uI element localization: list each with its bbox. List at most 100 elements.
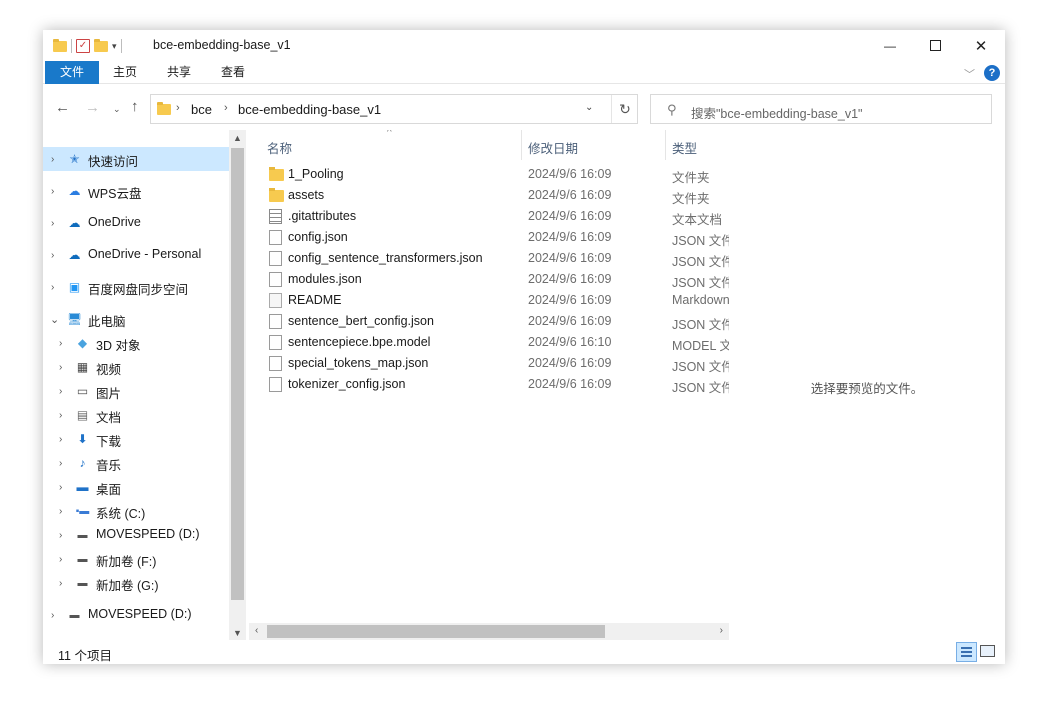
maximize-button[interactable] [912,30,958,61]
nav-item-music[interactable]: › ♪ 音乐 [43,451,229,475]
horizontal-scroll-thumb[interactable] [267,625,605,638]
details-view-button[interactable] [956,642,977,662]
file-row[interactable]: 1_Pooling 2024/9/6 16:09 文件夹 [249,164,729,185]
tab-file[interactable]: 文件 [45,61,99,84]
refresh-button[interactable]: ↻ [611,95,638,123]
chevron-right-icon[interactable]: › [59,554,62,565]
close-icon: ✕ [974,37,988,55]
chevron-right-icon[interactable]: › [59,362,62,373]
chevron-right-icon[interactable]: › [59,530,62,541]
nav-item-movespeed[interactable]: › ▬ MOVESPEED (D:) [43,603,229,627]
nav-item-3d-objects[interactable]: › ◆ 3D 对象 [43,331,229,355]
nav-item-onedrive[interactable]: › ☁ OneDrive [43,211,229,235]
breadcrumb-current[interactable]: bce-embedding-base_v1 [238,102,381,117]
chevron-right-icon[interactable]: › [59,482,62,493]
file-row[interactable]: sentencepiece.bpe.model 2024/9/6 16:10 M… [249,332,729,353]
chevron-right-icon[interactable]: › [59,410,62,421]
nav-item-drive-f[interactable]: › ▬ 新加卷 (F:) [43,547,229,571]
nav-item-documents[interactable]: › ▤ 文档 [43,403,229,427]
nav-item-label: WPS云盘 [88,187,142,201]
chevron-right-icon[interactable]: › [51,186,54,197]
file-row[interactable]: assets 2024/9/6 16:09 文件夹 [249,185,729,206]
close-button[interactable]: ✕ [958,30,1004,61]
scroll-up-icon[interactable]: ▲ [233,133,242,143]
nav-scrollbar[interactable]: ▲ ▼ [229,130,246,640]
navigation-pane: › ✭ 快速访问 › ☁ WPS云盘 › ☁ OneDrive › ☁ OneD… [43,130,229,640]
chevron-right-icon[interactable]: › [51,282,54,293]
chevron-right-icon[interactable]: › [51,250,54,261]
back-button[interactable]: ← [55,99,70,116]
nav-item-downloads[interactable]: › ⬇ 下载 [43,427,229,451]
file-name: .gitattributes [288,209,357,223]
tab-view[interactable]: 查看 [211,61,255,84]
file-type: 文本文档 [672,213,723,227]
nav-item-drive-c[interactable]: › ▪▬ 系统 (C:) [43,499,229,523]
minimize-button[interactable]: — [867,30,913,61]
breadcrumb-chevron-icon[interactable]: › [224,102,228,114]
folder-icon [157,102,171,115]
maximize-icon [929,40,941,51]
help-icon[interactable]: ? [984,65,1000,81]
chevron-right-icon[interactable]: › [59,386,62,397]
chevron-right-icon[interactable]: › [59,434,62,445]
nav-item-baidu-sync[interactable]: › ▣ 百度网盘同步空间 [43,275,229,299]
recent-locations-icon[interactable]: ⌄ [113,104,121,115]
address-bar[interactable]: › bce › bce-embedding-base_v1 ⌄ ↻ [150,94,638,124]
chevron-right-icon[interactable]: › [59,458,62,469]
column-header-date[interactable]: 修改日期 [528,138,578,157]
nav-item-desktop[interactable]: › ▬ 桌面 [43,475,229,499]
chevron-right-icon[interactable]: › [59,338,62,349]
forward-button[interactable]: → [85,99,100,116]
properties-icon[interactable]: ✓ [76,39,90,53]
file-row[interactable]: special_tokens_map.json 2024/9/6 16:09 J… [249,353,729,374]
up-button[interactable]: ↑ [131,98,139,115]
scroll-right-icon[interactable]: › [720,625,723,636]
search-input[interactable]: ⚲ 搜索"bce-embedding-base_v1" [650,94,992,124]
file-icon [269,272,282,287]
nav-item-this-pc[interactable]: ⌄ 🖥 此电脑 [43,307,229,331]
nav-scroll-thumb[interactable] [231,148,244,600]
file-row[interactable]: README 2024/9/6 16:09 Markdown [249,290,729,311]
chevron-right-icon[interactable]: › [59,578,62,589]
chevron-right-icon[interactable]: › [59,506,62,517]
3d-objects-icon: ◆ [77,336,88,350]
tab-share[interactable]: 共享 [157,61,201,84]
breadcrumb-bce[interactable]: bce [191,102,212,117]
file-row[interactable]: config_sentence_transformers.json 2024/9… [249,248,729,269]
column-divider[interactable] [665,130,666,160]
chevron-right-icon[interactable]: › [51,610,54,621]
chevron-right-icon[interactable]: › [51,154,54,165]
file-row[interactable]: .gitattributes 2024/9/6 16:09 文本文档 [249,206,729,227]
file-row[interactable]: tokenizer_config.json 2024/9/6 16:09 JSO… [249,374,729,395]
horizontal-scrollbar[interactable]: ‹ › [249,623,729,640]
scroll-down-icon[interactable]: ▼ [233,628,242,638]
nav-item-drive-g[interactable]: › ▬ 新加卷 (G:) [43,571,229,595]
scroll-left-icon[interactable]: ‹ [255,625,258,636]
chevron-right-icon[interactable]: › [51,218,54,229]
column-header-name[interactable]: 名称 [267,138,292,157]
file-date: 2024/9/6 16:09 [528,167,612,181]
nav-item-pictures[interactable]: › ▭ 图片 [43,379,229,403]
column-header-type[interactable]: 类型 [672,138,697,157]
nav-item-onedrive-personal[interactable]: › ☁ OneDrive - Personal [43,243,229,267]
breadcrumb-chevron-icon[interactable]: › [176,102,180,114]
address-dropdown-icon[interactable]: ⌄ [585,102,593,113]
customize-toolbar-icon[interactable]: ▾ [112,41,117,52]
column-divider[interactable] [521,130,522,160]
large-icons-view-button[interactable] [980,645,995,657]
nav-item-quick-access[interactable]: › ✭ 快速访问 [43,147,229,171]
file-row[interactable]: sentence_bert_config.json 2024/9/6 16:09… [249,311,729,332]
tab-home[interactable]: 主页 [105,61,145,84]
expand-ribbon-icon[interactable]: ﹀ [964,66,975,82]
file-row[interactable]: config.json 2024/9/6 16:09 JSON 文件 [249,227,729,248]
chevron-down-icon[interactable]: ⌄ [50,313,59,326]
new-folder-icon[interactable] [94,38,108,52]
music-icon: ♪ [79,456,86,470]
nav-item-wps-cloud[interactable]: › ☁ WPS云盘 [43,179,229,203]
toolbar-divider [120,39,122,53]
file-row[interactable]: modules.json 2024/9/6 16:09 JSON 文件 [249,269,729,290]
nav-item-videos[interactable]: › ▦ 视频 [43,355,229,379]
file-icon [269,335,282,350]
nav-item-drive-d[interactable]: › ▬ MOVESPEED (D:) [43,523,229,547]
preview-pane: 选择要预览的文件。 [729,130,1005,640]
